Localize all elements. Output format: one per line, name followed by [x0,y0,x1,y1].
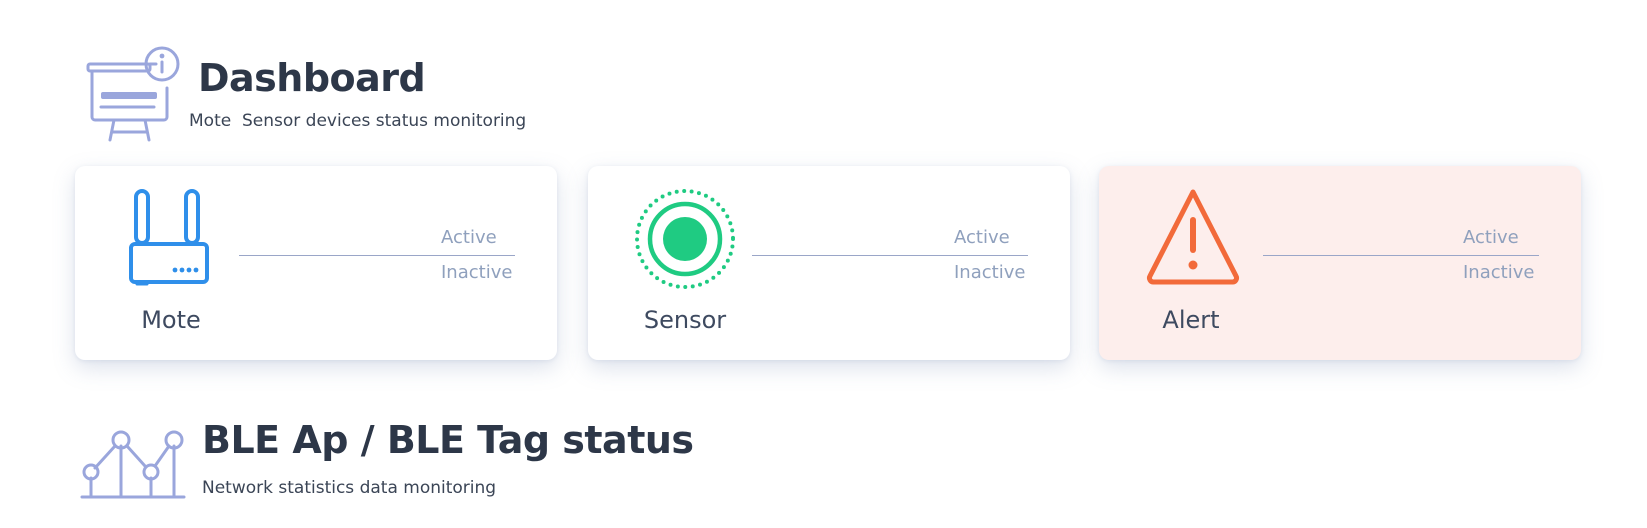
alert-divider [1263,255,1539,256]
mote-label: Mote [141,306,201,334]
mote-active-label: Active [441,227,497,248]
network-chart-icon [80,430,186,499]
presentation-board-info-icon [86,46,180,142]
sensor-signal-icon [635,189,735,289]
sensor-label: Sensor [643,306,727,334]
ble-section-title: BLE Ap / BLE Tag status [202,418,694,462]
sensor-card[interactable]: Sensor Active Inactive [588,166,1070,360]
page-title: Dashboard [198,56,426,100]
warning-triangle-icon [1147,189,1239,285]
mote-inactive-label: Inactive [441,262,513,283]
alert-card[interactable]: Alert Active Inactive [1099,166,1581,360]
mote-divider [239,255,515,256]
page-subtitle: Mote Sensor devices status monitoring [189,111,527,131]
ble-section-subtitle: Network statistics data monitoring [202,478,497,498]
dashboard-page: Dashboard Mote Sensor devices status mon… [0,0,1647,528]
sensor-active-label: Active [954,227,1010,248]
sensor-inactive-label: Inactive [954,262,1026,283]
alert-active-label: Active [1463,227,1519,248]
alert-inactive-label: Inactive [1463,262,1535,283]
sensor-divider [752,255,1028,256]
alert-label: Alert [1162,306,1220,334]
mote-card[interactable]: Mote Active Inactive [75,166,557,360]
router-icon [129,189,209,286]
